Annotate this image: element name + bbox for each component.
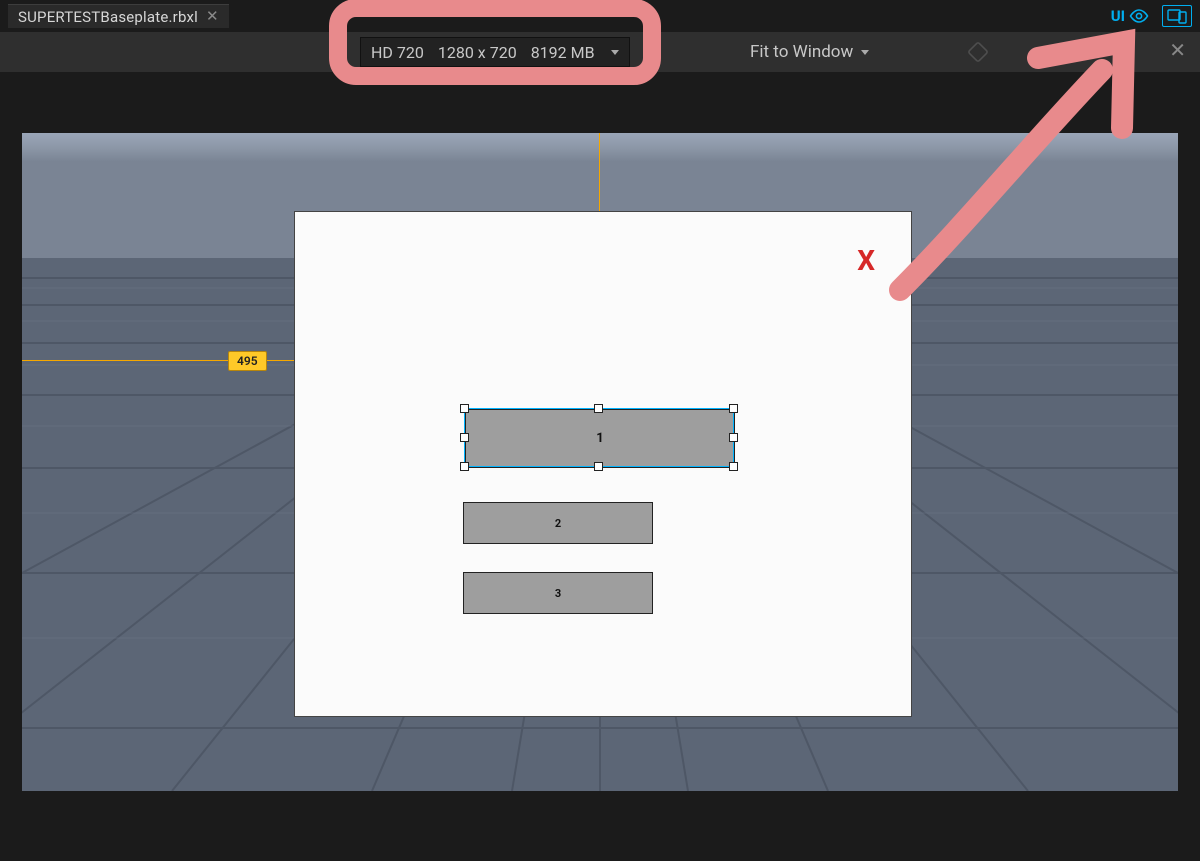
ui-label: UI	[1111, 7, 1125, 25]
gui-frame[interactable]: X 1 2 3	[294, 211, 912, 717]
rotate-icon	[967, 41, 989, 63]
device-icon	[1167, 8, 1187, 24]
game-viewport[interactable]: 218 495 286 x 59 X 1 2 3	[22, 133, 1178, 791]
resolution-dimensions: 1280 x 720	[438, 43, 517, 62]
gui-button-1[interactable]: 1	[465, 409, 735, 468]
resolution-selector[interactable]: HD 720 1280 x 720 8192 MB	[360, 37, 630, 67]
resolution-memory: 8192 MB	[531, 43, 595, 62]
file-tab-label: SUPERTESTBaseplate.rbxl	[18, 8, 198, 26]
ui-visibility-toggle[interactable]: UI	[1106, 4, 1154, 28]
gui-button-2[interactable]: 2	[463, 502, 653, 544]
resolution-preset: HD 720	[371, 43, 424, 62]
close-emulator-button[interactable]: ✕	[1169, 40, 1186, 60]
emulator-options-bar: HD 720 1280 x 720 8192 MB Fit to Window …	[0, 32, 1200, 72]
top-right-icons: UI	[1106, 4, 1192, 28]
frame-close-button[interactable]: X	[857, 244, 875, 277]
tab-strip: SUPERTESTBaseplate.rbxl ✕ UI	[0, 0, 1200, 32]
chevron-down-icon	[611, 50, 619, 55]
close-tab-icon[interactable]: ✕	[206, 9, 219, 24]
chevron-down-icon	[861, 50, 869, 55]
gui-button-3[interactable]: 3	[463, 572, 653, 614]
rotate-button[interactable]	[966, 40, 990, 64]
device-emulator-toggle[interactable]	[1162, 5, 1192, 27]
file-tab[interactable]: SUPERTESTBaseplate.rbxl ✕	[8, 4, 229, 28]
fit-mode-selector[interactable]: Fit to Window	[750, 32, 869, 72]
fit-mode-label: Fit to Window	[750, 42, 853, 62]
offset-left-label: 495	[228, 351, 267, 371]
eye-icon	[1129, 9, 1149, 23]
